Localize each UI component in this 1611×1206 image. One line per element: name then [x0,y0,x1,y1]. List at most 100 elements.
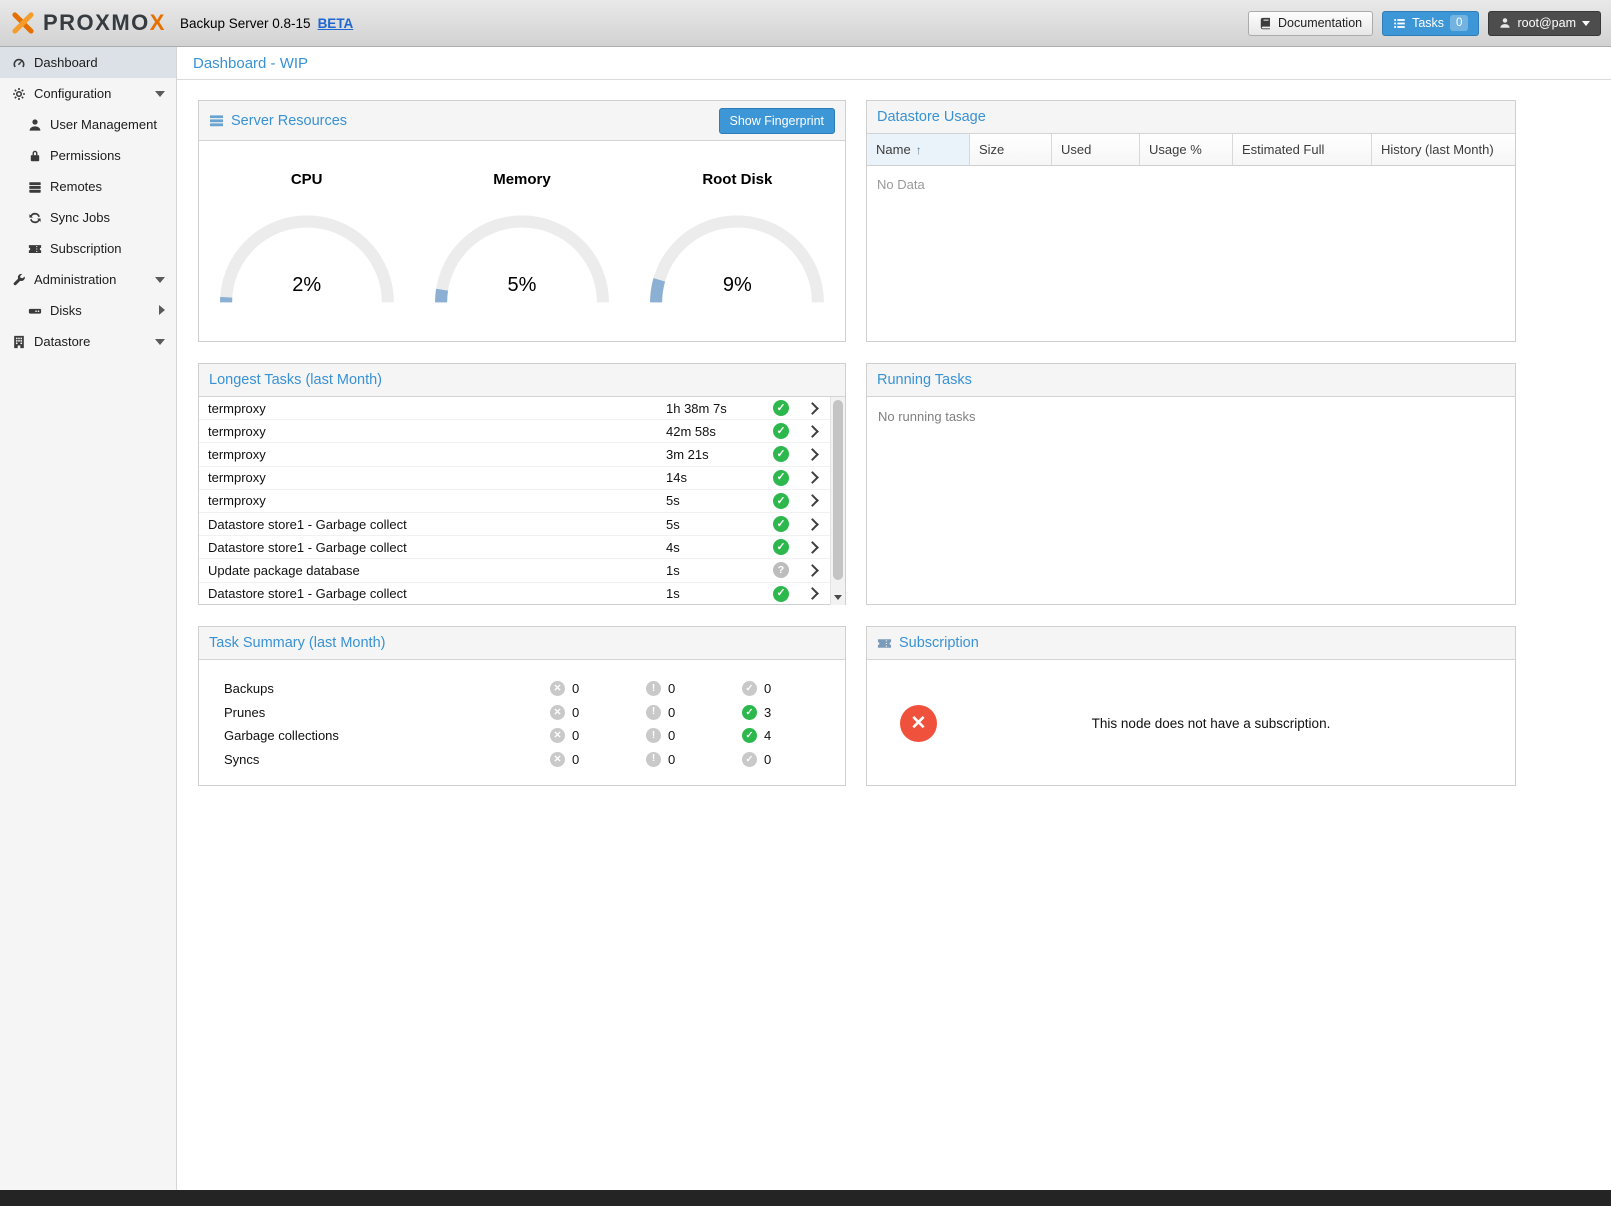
task-name: termproxy [199,493,666,508]
task-status-icon [773,493,789,509]
task-row[interactable]: termproxy 1h 38m 7s [199,397,845,420]
user-label: root@pam [1517,16,1576,30]
chevron-right-icon[interactable] [796,427,830,436]
task-name: Datastore store1 - Garbage collect [199,586,666,601]
column-header-name[interactable]: Name ↑ [867,134,970,165]
sidebar-item-label: Subscription [50,241,122,256]
task-status-icon [773,400,789,416]
summary-label: Garbage collections [224,728,550,743]
hard-disk-icon [28,304,42,318]
beta-link[interactable]: BETA [318,16,354,31]
running-tasks-header: Running Tasks [867,364,1515,397]
chevron-right-icon[interactable] [796,543,830,552]
scrollbar-thumb[interactable] [833,400,843,580]
task-status-icon [773,516,789,532]
column-header-estimated-full[interactable]: Estimated Full [1233,134,1372,165]
sidebar-item-remotes[interactable]: Remotes [0,171,176,202]
task-duration: 5s [666,493,766,508]
task-row[interactable]: termproxy 3m 21s [199,443,845,466]
chevron-down-icon [1582,21,1590,26]
cpu-gauge: CPU 2% [199,171,414,312]
task-row[interactable]: Datastore store1 - Garbage collect 1s [199,583,845,606]
root-disk-gauge: Root Disk 9% [630,171,845,312]
column-header-usage-percent[interactable]: Usage % [1140,134,1233,165]
subscription-header: Subscription [867,627,1515,660]
tachometer-icon [12,56,26,70]
wrench-icon [12,273,26,287]
task-name: Datastore store1 - Garbage collect [199,517,666,532]
documentation-label: Documentation [1278,16,1362,30]
task-row[interactable]: termproxy 14s [199,467,845,490]
chevron-right-icon[interactable] [796,520,830,529]
sidebar-item-administration[interactable]: Administration [0,264,176,295]
column-header-used[interactable]: Used [1052,134,1140,165]
proxmox-logo: PROXMOX [10,10,166,36]
warning-count-icon [646,752,661,767]
sidebar-item-subscription[interactable]: Subscription [0,233,176,264]
task-name: Update package database [199,563,666,578]
task-row[interactable]: termproxy 5s [199,490,845,513]
summary-label: Syncs [224,752,550,767]
sidebar-item-label: User Management [50,117,157,132]
gauge-value: 9% [644,274,830,297]
error-count: 0 [572,728,579,743]
warning-count-icon [646,681,661,696]
sidebar-item-configuration[interactable]: Configuration [0,78,176,109]
task-status-icon [773,446,789,462]
sidebar-item-permissions[interactable]: Permissions [0,140,176,171]
task-row[interactable]: Datastore store1 - Garbage collect 4s [199,536,845,559]
chevron-right-icon[interactable] [796,473,830,482]
server-resources-header: Server Resources Show Fingerprint [199,101,845,141]
task-duration: 1s [666,586,766,601]
sidebar-item-sync-jobs[interactable]: Sync Jobs [0,202,176,233]
summary-label: Backups [224,681,550,696]
documentation-button[interactable]: Documentation [1248,11,1373,36]
task-row[interactable]: Datastore store1 - Garbage collect 5s [199,513,845,536]
running-tasks-title: Running Tasks [877,372,972,388]
sidebar-item-datastore[interactable]: Datastore [0,326,176,357]
column-header-history[interactable]: History (last Month) [1372,134,1515,165]
task-name: termproxy [199,470,666,485]
task-status-icon [773,562,789,578]
chevron-right-icon[interactable] [796,589,830,598]
server-resources-title: Server Resources [231,113,347,129]
sidebar-item-dashboard[interactable]: Dashboard [0,47,176,78]
tasks-label: Tasks [1412,16,1444,30]
chevron-right-icon[interactable] [796,566,830,575]
task-name: termproxy [199,401,666,416]
task-row[interactable]: Update package database 1s [199,559,845,582]
summary-row-syncs: Syncs 0 0 0 [199,748,845,772]
sidebar-item-label: Disks [50,303,82,318]
show-fingerprint-button[interactable]: Show Fingerprint [719,108,836,134]
ok-count: 0 [764,681,771,696]
sidebar-item-label: Datastore [34,334,90,349]
sidebar-item-disks[interactable]: Disks [0,295,176,326]
ticket-icon [28,242,42,256]
tasks-button[interactable]: Tasks 0 [1382,11,1479,36]
summary-row-garbage-collections: Garbage collections 0 0 4 [199,724,845,748]
book-icon [1259,17,1272,30]
task-duration: 4s [666,540,766,555]
error-count-icon [550,728,565,743]
running-tasks-empty-text: No running tasks [867,397,1515,436]
vertical-scrollbar[interactable] [830,397,845,605]
task-duration: 1s [666,563,766,578]
chevron-right-icon[interactable] [796,450,830,459]
longest-tasks-header: Longest Tasks (last Month) [199,364,845,397]
gauge-label: CPU [291,171,323,188]
no-subscription-icon [900,705,937,742]
chevron-right-icon[interactable] [796,404,830,413]
subscription-title: Subscription [899,635,979,651]
warning-count: 0 [668,728,675,743]
error-count: 0 [572,752,579,767]
user-menu-button[interactable]: root@pam [1488,11,1601,36]
sort-ascending-icon: ↑ [916,143,922,157]
page-title-bar: Dashboard - WIP [177,47,1611,80]
column-header-size[interactable]: Size [970,134,1052,165]
chevron-right-icon[interactable] [796,496,830,505]
ok-count: 4 [764,728,771,743]
task-row[interactable]: termproxy 42m 58s [199,420,845,443]
logo-wordmark: PROXMOX [43,12,166,34]
scrollbar-down-button[interactable] [831,590,845,605]
sidebar-item-user-management[interactable]: User Management [0,109,176,140]
